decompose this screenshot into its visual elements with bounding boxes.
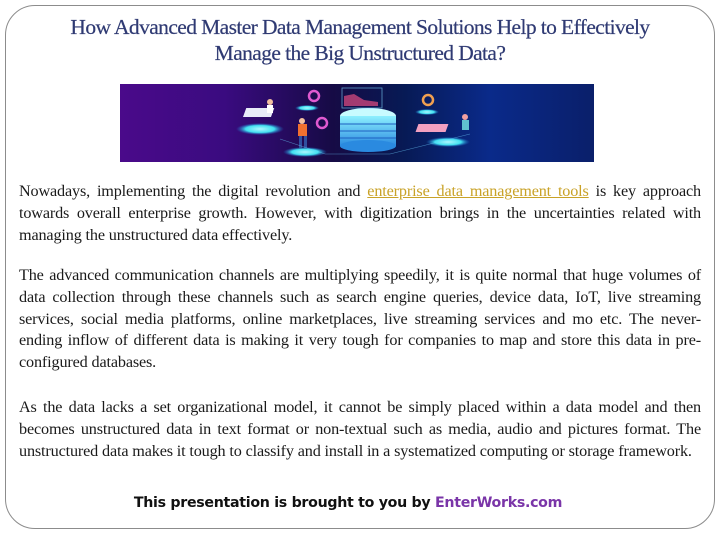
platform-top-right bbox=[415, 109, 439, 115]
platform-left bbox=[236, 123, 284, 135]
donut-chart-icon bbox=[421, 93, 435, 107]
slide-title: How Advanced Master Data Management Solu… bbox=[0, 14, 720, 66]
title-line-2: Manage the Big Unstructured Data? bbox=[214, 41, 506, 65]
paragraph-3: As the data lacks a set organizational m… bbox=[19, 398, 701, 460]
person-at-desk-left-icon bbox=[242, 99, 275, 117]
footer-prefix: This presentation is brought to you by bbox=[133, 495, 436, 511]
database-stack-icon bbox=[340, 108, 396, 152]
data-management-illustration bbox=[236, 87, 471, 157]
footer-credit: This presentation is brought to you by E… bbox=[0, 495, 696, 511]
donut-chart-icon bbox=[307, 89, 321, 103]
platform-bottom bbox=[283, 147, 327, 157]
person-at-desk-right-icon bbox=[415, 114, 469, 132]
platform-right bbox=[426, 137, 470, 147]
paragraph-1-text-start: Nowadays, implementing the digital revol… bbox=[19, 182, 368, 200]
person-standing-icon bbox=[298, 118, 307, 148]
paragraph-1: Nowadays, implementing the digital revol… bbox=[19, 181, 701, 246]
banner-image bbox=[120, 84, 594, 162]
floating-chart-icon bbox=[341, 87, 383, 109]
donut-chart-icon bbox=[315, 116, 329, 130]
brand-name: EnterWorks.com bbox=[435, 495, 563, 511]
platform-top-left bbox=[295, 105, 319, 111]
paragraph-2: The advanced communication channels are … bbox=[19, 266, 701, 372]
enterprise-data-management-tools-link[interactable]: enterprise data management tools bbox=[367, 182, 589, 200]
title-line-1: How Advanced Master Data Management Solu… bbox=[70, 15, 650, 39]
